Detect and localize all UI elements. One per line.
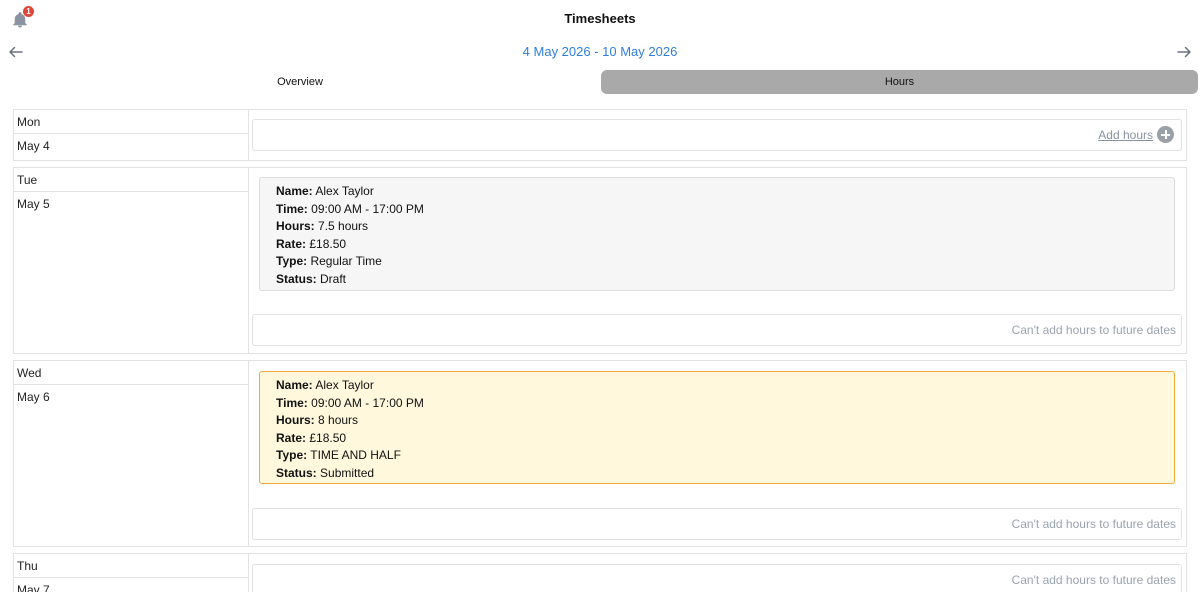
day-content: Name: Alex Taylor Time: 09:00 AM - 17:00… <box>249 168 1186 353</box>
entry-rate-row: Rate: £18.50 <box>276 430 1174 448</box>
future-dates-notice: Can't add hours to future dates <box>1011 517 1176 531</box>
hours-label: Hours: <box>276 413 315 427</box>
add-hours-link[interactable]: Add hours <box>1098 128 1153 142</box>
future-notice-box: Can't add hours to future dates <box>252 314 1182 346</box>
day-name: Mon <box>14 110 248 134</box>
entry-type: TIME AND HALF <box>310 448 401 462</box>
day-label: Thu May 7 <box>14 554 249 592</box>
day-date: May 4 <box>17 139 50 153</box>
type-label: Type: <box>276 448 308 462</box>
timesheet-entry-draft[interactable]: Name: Alex Taylor Time: 09:00 AM - 17:00… <box>259 177 1175 291</box>
future-notice-box: Can't add hours to future dates <box>252 508 1182 540</box>
entry-name: Alex Taylor <box>315 378 374 392</box>
next-week-button[interactable] <box>1175 43 1193 61</box>
day-content: Can't add hours to future dates <box>249 554 1186 592</box>
future-dates-notice: Can't add hours to future dates <box>1011 323 1176 337</box>
entry-name-row: Name: Alex Taylor <box>276 183 1174 201</box>
day-name: Wed <box>14 361 248 385</box>
entry-hours-row: Hours: 7.5 hours <box>276 218 1174 236</box>
day-label: Mon May 4 <box>14 110 249 160</box>
entry-time: 09:00 AM - 17:00 PM <box>311 201 424 216</box>
add-circle-icon[interactable] <box>1157 126 1174 143</box>
hours-label: Hours: <box>276 219 315 233</box>
entry-hours: 8 hours <box>318 413 359 427</box>
day-date: May 7 <box>17 583 50 592</box>
time-label: Time: <box>276 395 308 410</box>
name-label: Name: <box>276 378 313 392</box>
entry-hours: 7.5 hours <box>318 219 369 233</box>
entry-type-row: Type: TIME AND HALF <box>276 447 1174 465</box>
entry-type: Regular Time <box>310 254 382 268</box>
day-label: Tue May 5 <box>14 168 249 353</box>
day-row-mon: Mon May 4 Add hours <box>13 109 1187 161</box>
entry-time-row: Time: 09:00 AM - 17:00 PM <box>276 395 1174 413</box>
name-label: Name: <box>276 184 313 198</box>
day-content: Add hours <box>249 110 1186 160</box>
arrow-right-icon <box>1177 46 1191 58</box>
day-date: May 5 <box>17 197 50 211</box>
timesheet-entry-submitted[interactable]: Name: Alex Taylor Time: 09:00 AM - 17:00… <box>259 371 1175 484</box>
future-dates-notice: Can't add hours to future dates <box>1011 573 1176 587</box>
entry-rate-row: Rate: £18.50 <box>276 236 1174 254</box>
entry-time: 09:00 AM - 17:00 PM <box>311 395 424 410</box>
date-range: 4 May 2026 - 10 May 2026 <box>522 44 678 59</box>
entry-status-row: Status: Submitted <box>276 465 1174 483</box>
day-name: Thu <box>14 554 248 578</box>
day-row-wed: Wed May 6 Name: Alex Taylor Time: 09:00 … <box>13 360 1187 547</box>
entry-status-row: Status: Draft <box>276 271 1174 289</box>
rate-label: Rate: <box>276 236 307 251</box>
status-label: Status: <box>276 271 317 286</box>
tab-hours[interactable]: Hours <box>601 70 1198 94</box>
rate-label: Rate: <box>276 430 307 445</box>
status-label: Status: <box>276 465 317 480</box>
entry-name: Alex Taylor <box>315 184 374 198</box>
day-name: Tue <box>14 168 248 192</box>
entry-status: Submitted <box>320 465 375 480</box>
entry-hours-row: Hours: 8 hours <box>276 412 1174 430</box>
entry-time-row: Time: 09:00 AM - 17:00 PM <box>276 201 1174 219</box>
tab-bar: Overview Hours <box>0 70 1200 94</box>
day-label: Wed May 6 <box>14 361 249 546</box>
type-label: Type: <box>276 254 308 268</box>
day-row-tue: Tue May 5 Name: Alex Taylor Time: 09:00 … <box>13 167 1187 354</box>
day-date: May 6 <box>17 390 50 404</box>
future-notice-box: Can't add hours to future dates <box>252 564 1182 592</box>
entry-rate: £18.50 <box>309 430 347 445</box>
entry-type-row: Type: Regular Time <box>276 253 1174 271</box>
time-label: Time: <box>276 201 308 216</box>
tab-overview[interactable]: Overview <box>0 70 600 94</box>
page-title: Timesheets <box>564 11 636 26</box>
day-row-thu: Thu May 7 Can't add hours to future date… <box>13 553 1187 592</box>
day-content: Name: Alex Taylor Time: 09:00 AM - 17:00… <box>249 361 1186 546</box>
entry-rate: £18.50 <box>309 236 347 251</box>
add-hours-box: Add hours <box>252 119 1182 151</box>
entry-name-row: Name: Alex Taylor <box>276 377 1174 395</box>
entry-status: Draft <box>320 271 347 286</box>
